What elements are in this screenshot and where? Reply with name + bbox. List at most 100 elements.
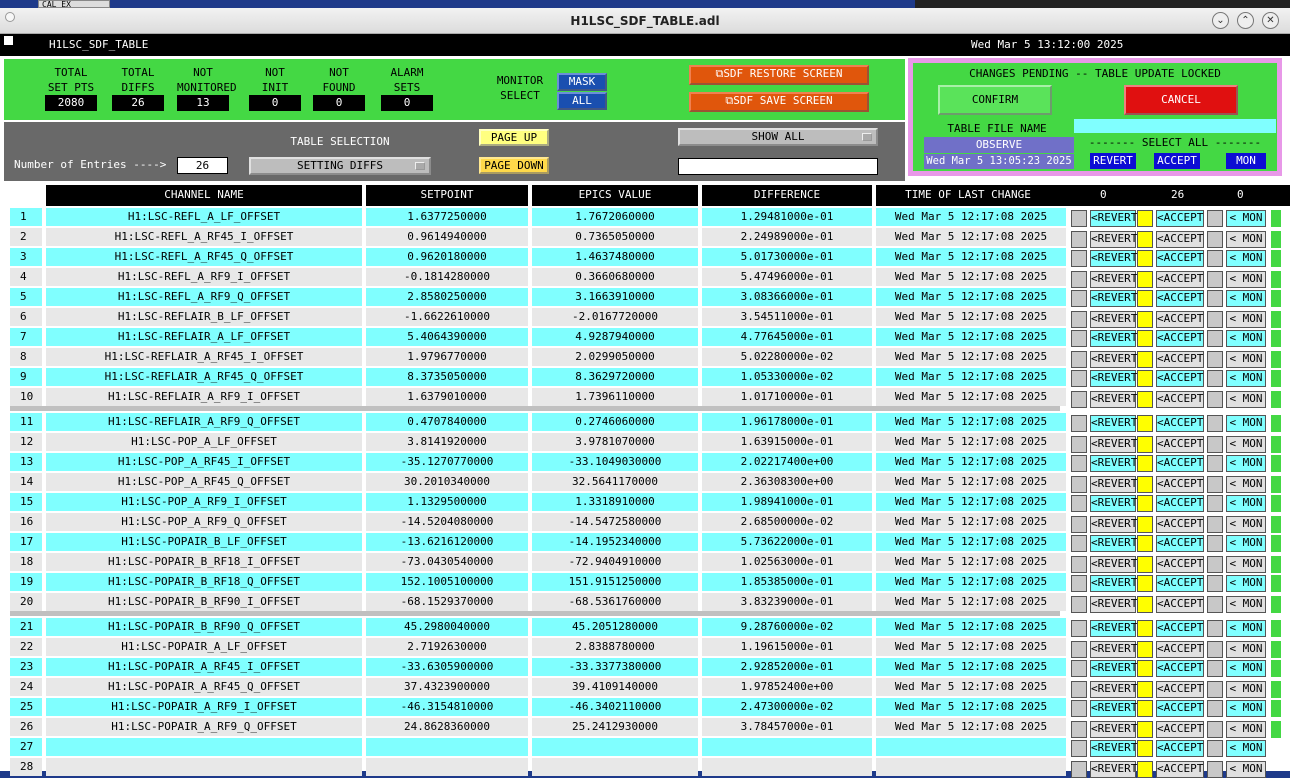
mon-checkbox[interactable] [1207, 455, 1223, 472]
revert-checkbox[interactable] [1071, 620, 1087, 637]
revert-checkbox[interactable] [1071, 271, 1087, 288]
revert-button[interactable]: <REVERT [1090, 556, 1137, 573]
revert-button[interactable]: <REVERT [1090, 721, 1137, 738]
mon-button[interactable]: < MON [1226, 596, 1266, 613]
revert-checkbox[interactable] [1071, 476, 1087, 493]
revert-checkbox[interactable] [1071, 681, 1087, 698]
accept-button[interactable]: <ACCEPT [1156, 351, 1204, 368]
revert-checkbox[interactable] [1071, 495, 1087, 512]
accept-checkbox[interactable] [1137, 495, 1153, 512]
revert-button[interactable]: <REVERT [1090, 476, 1137, 493]
sdf-save-button[interactable]: ⧉SDF SAVE SCREEN [689, 92, 869, 112]
accept-button[interactable]: <ACCEPT [1156, 700, 1204, 717]
revert-checkbox[interactable] [1071, 596, 1087, 613]
mon-button[interactable]: < MON [1226, 575, 1266, 592]
accept-button[interactable]: <ACCEPT [1156, 620, 1204, 637]
table-selection-menu[interactable]: SETTING DIFFS [249, 157, 431, 175]
accept-checkbox[interactable] [1137, 476, 1153, 493]
accept-button[interactable]: <ACCEPT [1156, 596, 1204, 613]
mon-button[interactable]: < MON [1226, 516, 1266, 533]
revert-checkbox[interactable] [1071, 516, 1087, 533]
mon-button[interactable]: < MON [1226, 351, 1266, 368]
mon-checkbox[interactable] [1207, 740, 1223, 757]
mon-button[interactable]: < MON [1226, 495, 1266, 512]
accept-button[interactable]: <ACCEPT [1156, 391, 1204, 408]
mon-button[interactable]: < MON [1226, 740, 1266, 757]
revert-checkbox[interactable] [1071, 231, 1087, 248]
mon-button[interactable]: < MON [1226, 455, 1266, 472]
mon-checkbox[interactable] [1207, 210, 1223, 227]
revert-checkbox[interactable] [1071, 761, 1087, 778]
mon-button[interactable]: < MON [1226, 761, 1266, 778]
revert-button[interactable]: <REVERT [1090, 641, 1137, 658]
accept-button[interactable]: <ACCEPT [1156, 311, 1204, 328]
mon-checkbox[interactable] [1207, 311, 1223, 328]
mon-button[interactable]: < MON [1226, 290, 1266, 307]
mon-checkbox[interactable] [1207, 476, 1223, 493]
confirm-button[interactable]: CONFIRM [938, 85, 1052, 115]
accept-checkbox[interactable] [1137, 415, 1153, 432]
page-up-button[interactable]: PAGE UP [479, 129, 549, 146]
revert-button[interactable]: <REVERT [1090, 575, 1137, 592]
mon-checkbox[interactable] [1207, 271, 1223, 288]
accept-checkbox[interactable] [1137, 681, 1153, 698]
accept-button[interactable]: <ACCEPT [1156, 681, 1204, 698]
maximize-icon[interactable]: ⌃ [1237, 12, 1254, 29]
window-menu-icon[interactable] [5, 12, 15, 22]
background-window-tab[interactable]: CAL EX [38, 0, 110, 8]
mon-checkbox[interactable] [1207, 415, 1223, 432]
revert-checkbox[interactable] [1071, 740, 1087, 757]
accept-checkbox[interactable] [1137, 721, 1153, 738]
revert-button[interactable]: <REVERT [1090, 495, 1137, 512]
revert-button[interactable]: <REVERT [1090, 271, 1137, 288]
revert-button[interactable]: <REVERT [1090, 535, 1137, 552]
mon-button[interactable]: < MON [1226, 231, 1266, 248]
revert-button[interactable]: <REVERT [1090, 740, 1137, 757]
mon-button[interactable]: < MON [1226, 330, 1266, 347]
revert-button[interactable]: <REVERT [1090, 415, 1137, 432]
accept-checkbox[interactable] [1137, 210, 1153, 227]
accept-checkbox[interactable] [1137, 436, 1153, 453]
accept-button[interactable]: <ACCEPT [1156, 415, 1204, 432]
cancel-button[interactable]: CANCEL [1124, 85, 1238, 115]
revert-checkbox[interactable] [1071, 415, 1087, 432]
revert-checkbox[interactable] [1071, 210, 1087, 227]
all-button[interactable]: ALL [557, 92, 607, 110]
mon-button[interactable]: < MON [1226, 476, 1266, 493]
accept-checkbox[interactable] [1137, 330, 1153, 347]
mon-checkbox[interactable] [1207, 370, 1223, 387]
revert-checkbox[interactable] [1071, 660, 1087, 677]
accept-checkbox[interactable] [1137, 351, 1153, 368]
revert-checkbox[interactable] [1071, 370, 1087, 387]
revert-checkbox[interactable] [1071, 250, 1087, 267]
minimize-icon[interactable]: ⌄ [1212, 12, 1229, 29]
mon-checkbox[interactable] [1207, 250, 1223, 267]
revert-button[interactable]: <REVERT [1090, 700, 1137, 717]
mon-checkbox[interactable] [1207, 436, 1223, 453]
revert-checkbox[interactable] [1071, 535, 1087, 552]
file-name-field[interactable] [1074, 119, 1276, 133]
revert-button[interactable]: <REVERT [1090, 455, 1137, 472]
mon-button[interactable]: < MON [1226, 436, 1266, 453]
mon-checkbox[interactable] [1207, 351, 1223, 368]
revert-checkbox[interactable] [1071, 556, 1087, 573]
mon-button[interactable]: < MON [1226, 271, 1266, 288]
mon-checkbox[interactable] [1207, 721, 1223, 738]
mon-checkbox[interactable] [1207, 290, 1223, 307]
revert-checkbox[interactable] [1071, 311, 1087, 328]
mon-checkbox[interactable] [1207, 575, 1223, 592]
mon-checkbox[interactable] [1207, 620, 1223, 637]
revert-button[interactable]: <REVERT [1090, 210, 1137, 227]
mon-checkbox[interactable] [1207, 231, 1223, 248]
accept-checkbox[interactable] [1137, 761, 1153, 778]
accept-checkbox[interactable] [1137, 391, 1153, 408]
accept-checkbox[interactable] [1137, 740, 1153, 757]
revert-button[interactable]: <REVERT [1090, 436, 1137, 453]
accept-checkbox[interactable] [1137, 516, 1153, 533]
mon-button[interactable]: < MON [1226, 210, 1266, 227]
revert-checkbox[interactable] [1071, 330, 1087, 347]
accept-button[interactable]: <ACCEPT [1156, 556, 1204, 573]
accept-button[interactable]: <ACCEPT [1156, 575, 1204, 592]
accept-button[interactable]: <ACCEPT [1156, 210, 1204, 227]
revert-button[interactable]: <REVERT [1090, 391, 1137, 408]
